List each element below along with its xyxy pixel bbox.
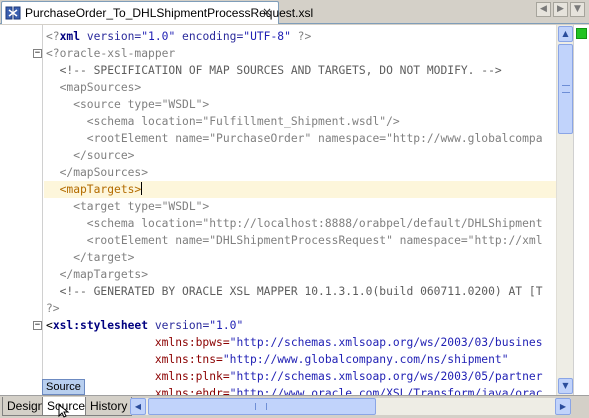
tooltip: Source [42, 379, 85, 395]
code-token: <source type="WSDL"> [46, 98, 210, 111]
scroll-down-button[interactable]: ▼ [558, 378, 573, 394]
code-line[interactable]: <schema location="Fulfillment_Shipment.w… [44, 113, 556, 130]
code-token: "1.0" [141, 30, 176, 43]
code-token: </mapSources> [46, 166, 149, 179]
code-token: version= [80, 30, 142, 43]
close-icon[interactable]: × [260, 5, 274, 19]
code-line[interactable]: ?> [44, 300, 556, 317]
code-line[interactable]: xmlns:tns="http://www.globalcompany.com/… [44, 351, 556, 368]
tab-list-button[interactable]: ▼ [570, 2, 585, 17]
code-token: xml [59, 30, 81, 43]
code-token: <!-- SPECIFICATION OF MAP SOURCES AND TA… [46, 64, 502, 77]
code-token: <mapSources> [46, 81, 142, 94]
code-line[interactable]: <target type="WSDL"> [44, 198, 556, 215]
tab-scroll-left-button[interactable]: ◀ [536, 2, 551, 17]
code-token: <!-- GENERATED BY ORACLE XSL MAPPER 10.1… [46, 285, 543, 298]
horizontal-scroll-thumb[interactable] [148, 398, 376, 415]
code-token: </source> [46, 149, 135, 162]
code-token: encoding= [175, 30, 244, 43]
scroll-right-button[interactable]: ▶ [555, 398, 571, 415]
code-editor[interactable]: − − <?xml version="1.0" encoding="UTF-8" … [0, 25, 589, 395]
code-line[interactable]: xmlns:ehdr="http://www.oracle.com/XSL/Tr… [44, 385, 556, 395]
horizontal-scrollbar[interactable]: ◀ ▶ [130, 398, 571, 415]
code-token: <rootElement name="DHLShipmentProcessReq… [46, 234, 543, 247]
code-line[interactable]: xmlns:bpws="http://schemas.xmlsoap.org/w… [44, 334, 556, 351]
code-line[interactable]: <rootElement name="DHLShipmentProcessReq… [44, 232, 556, 249]
fold-toggle-icon[interactable]: − [33, 321, 42, 330]
code-token: xsl:stylesheet [52, 319, 149, 332]
code-token: "UTF-8" [243, 30, 291, 43]
code-line[interactable]: </mapTargets> [44, 266, 556, 283]
code-token: < [46, 319, 53, 332]
mouse-pointer-icon [58, 404, 70, 418]
grip-icon [255, 403, 267, 410]
code-line[interactable]: <rootElement name="PurchaseOrder" namesp… [44, 130, 556, 147]
tab-file[interactable]: PurchaseOrder_To_DHLShipmentProcessReque… [1, 1, 313, 24]
tab-history[interactable]: History [85, 397, 133, 416]
code-line[interactable]: </mapSources> [44, 164, 556, 181]
xsl-map-icon [5, 5, 21, 21]
code-line[interactable]: </source> [44, 147, 556, 164]
fold-toggle-icon[interactable]: − [33, 49, 42, 58]
code-token: version= [148, 319, 210, 332]
code-token: ?> [290, 30, 312, 43]
code-token: "http://www.oracle.com/XSL/Transform/jav… [229, 387, 543, 395]
code-token: <? [46, 30, 60, 43]
marker-column [573, 25, 589, 395]
text-caret [141, 182, 143, 195]
code-token: <target type="WSDL"> [46, 200, 210, 213]
code-token: "http://schemas.xmlsoap.org/ws/2003/03/b… [229, 336, 543, 349]
code-line[interactable]: <xsl:stylesheet version="1.0" [44, 317, 556, 334]
code-line[interactable]: <schema location="http://localhost:8888/… [44, 215, 556, 232]
code-line[interactable]: <?xml version="1.0" encoding="UTF-8" ?> [44, 28, 556, 45]
vertical-scroll-thumb[interactable] [558, 44, 573, 134]
vertical-scrollbar[interactable]: ▲ ▼ [556, 25, 573, 395]
scrollbar-corner [573, 398, 589, 415]
code-token: <schema location="Fulfillment_Shipment.w… [46, 115, 400, 128]
code-line[interactable]: <source type="WSDL"> [44, 96, 556, 113]
code-line[interactable]: <!-- GENERATED BY ORACLE XSL MAPPER 10.1… [44, 283, 556, 300]
code-token: xmlns:bpws= [46, 336, 230, 349]
code-token: "1.0" [209, 319, 244, 332]
code-line[interactable]: </target> [44, 249, 556, 266]
code-token: xmlns:tns= [46, 353, 223, 366]
tab-navigation: ◀ ▶ ▼ [536, 2, 585, 17]
editor-tab-strip: PurchaseOrder_To_DHLShipmentProcessReque… [0, 0, 589, 24]
code-token: <?oracle-xsl-mapper [46, 47, 176, 60]
scroll-left-button[interactable]: ◀ [130, 398, 146, 415]
editor-bottom-bar: Design Source History ◀ ▶ [0, 395, 589, 418]
code-token: <mapTargets> [46, 183, 142, 196]
code-line[interactable]: <?oracle-xsl-mapper [44, 45, 556, 62]
code-line[interactable]: <!-- SPECIFICATION OF MAP SOURCES AND TA… [44, 62, 556, 79]
code-token: </target> [46, 251, 135, 264]
tab-scroll-right-button[interactable]: ▶ [553, 2, 568, 17]
code-token: "http://schemas.xmlsoap.org/ws/2003/05/p… [229, 370, 543, 383]
code-line[interactable]: <mapTargets> [44, 181, 556, 198]
status-ok-icon [576, 28, 587, 39]
editor-gutter: − − [0, 25, 43, 395]
code-token: </mapTargets> [46, 268, 149, 281]
code-token: <schema location="http://localhost:8888/… [46, 217, 543, 230]
code-line[interactable]: <mapSources> [44, 79, 556, 96]
grip-icon [562, 85, 570, 93]
code-line[interactable]: xmlns:plnk="http://schemas.xmlsoap.org/w… [44, 368, 556, 385]
code-area[interactable]: <?xml version="1.0" encoding="UTF-8" ?> <… [44, 25, 556, 395]
code-token: ?> [46, 302, 60, 315]
code-token: <rootElement name="PurchaseOrder" namesp… [46, 132, 543, 145]
scroll-up-button[interactable]: ▲ [558, 26, 573, 42]
code-token: "http://www.globalcompany.com/ns/shipmen… [222, 353, 509, 366]
